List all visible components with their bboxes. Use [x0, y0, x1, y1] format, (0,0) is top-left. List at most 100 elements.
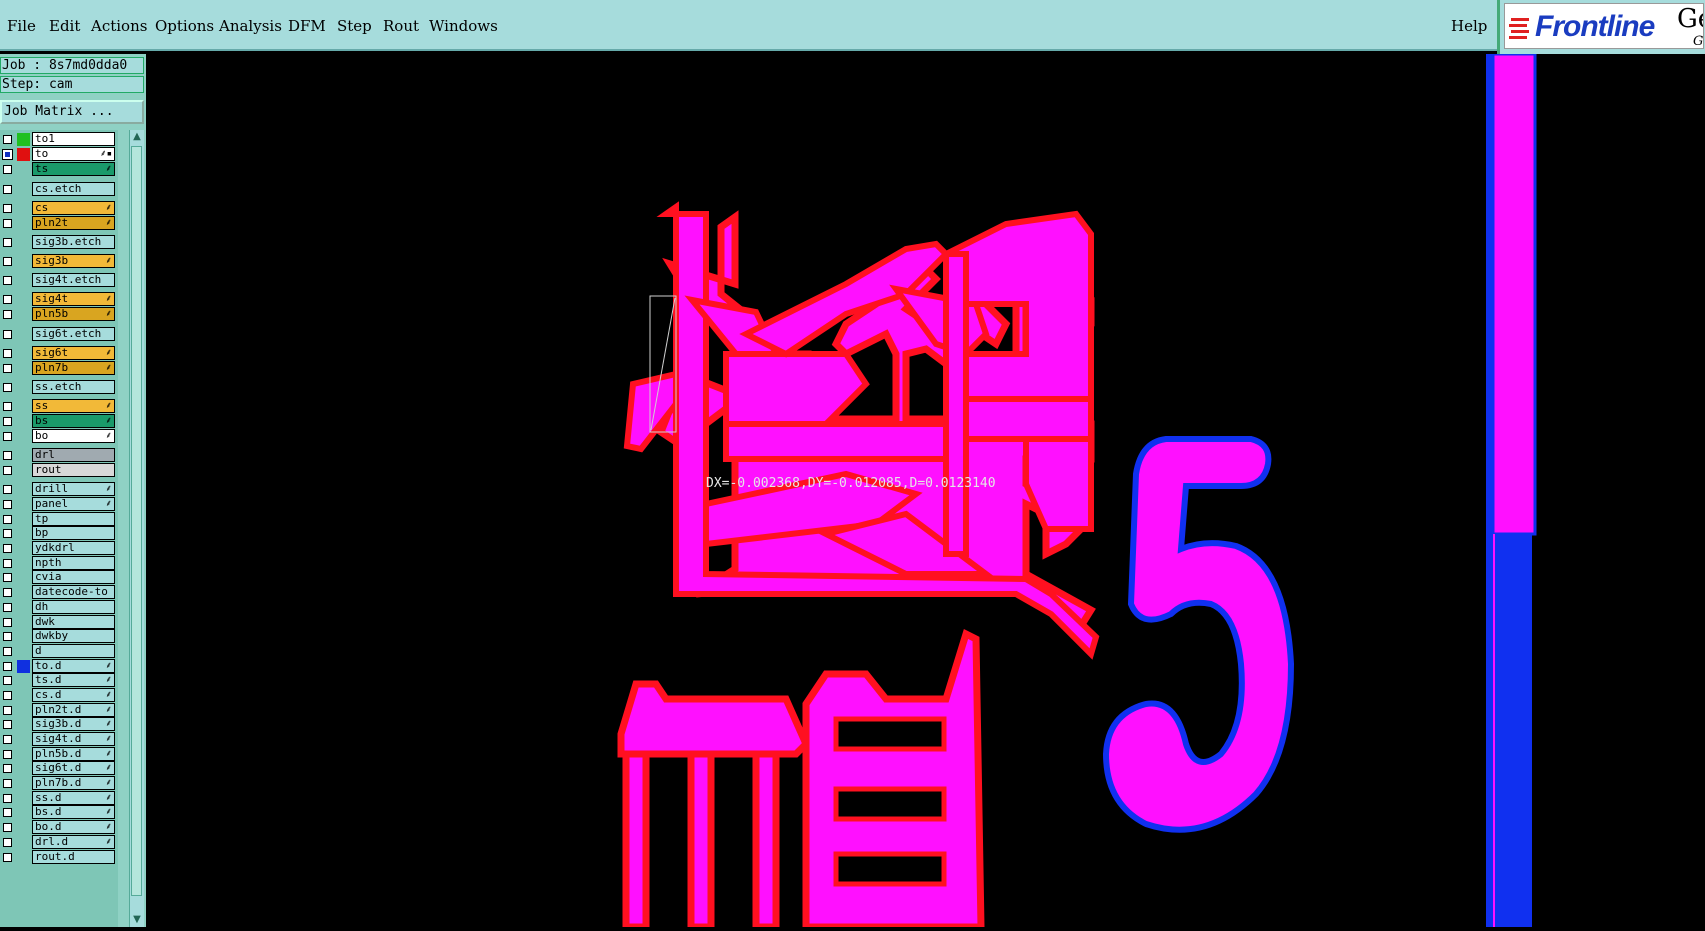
layer-row[interactable]: sig6t.etch: [0, 327, 118, 342]
layer-row[interactable]: rout.d: [0, 850, 118, 865]
layer-row[interactable]: cvia: [0, 570, 118, 585]
menu-windows[interactable]: Windows: [429, 17, 498, 35]
layer-label[interactable]: to.d ⸙: [32, 659, 115, 673]
layer-row[interactable]: ts.d ⸙: [0, 673, 118, 688]
layer-label[interactable]: sig6t.etch: [32, 327, 115, 341]
layer-row[interactable]: datecode-to: [0, 585, 118, 600]
layer-checkbox[interactable]: [3, 662, 12, 671]
layer-checkbox[interactable]: [3, 185, 12, 194]
layer-row[interactable]: panel ⸙: [0, 497, 118, 512]
layer-row[interactable]: drill ⸙: [0, 482, 118, 497]
layer-row[interactable]: pln5b.d ⸙: [0, 747, 118, 762]
layer-row[interactable]: dwk: [0, 615, 118, 630]
layer-row[interactable]: pln7b.d ⸙: [0, 776, 118, 791]
layer-checkbox[interactable]: [3, 838, 12, 847]
layer-row[interactable]: cs.d ⸙: [0, 688, 118, 703]
layer-label[interactable]: sig6t.d ⸙: [32, 761, 115, 775]
layer-checkbox[interactable]: [3, 764, 12, 773]
layer-label[interactable]: cvia: [32, 570, 115, 584]
layer-checkbox[interactable]: [3, 451, 12, 460]
layer-checkbox[interactable]: [3, 383, 12, 392]
layer-label[interactable]: bs ⸙: [32, 414, 115, 428]
layer-label[interactable]: pln7b ⸙: [32, 361, 115, 375]
layer-row[interactable]: ts ⸙: [0, 162, 118, 177]
layer-row[interactable]: to ⸙▪: [0, 147, 118, 162]
layer-row[interactable]: d: [0, 644, 118, 659]
layer-checkbox[interactable]: [3, 588, 12, 597]
layer-label[interactable]: sig6t ⸙: [32, 346, 115, 360]
layer-label[interactable]: ss.etch: [32, 380, 115, 394]
menu-step[interactable]: Step: [337, 17, 372, 35]
layer-row[interactable]: pln2t.d ⸙: [0, 703, 118, 718]
layer-row[interactable]: ss.etch: [0, 380, 118, 395]
layer-label[interactable]: dwk: [32, 615, 115, 629]
layer-label[interactable]: drill ⸙: [32, 482, 115, 496]
layer-checkbox[interactable]: [3, 466, 12, 475]
layer-row[interactable]: dwkby: [0, 629, 118, 644]
layer-label[interactable]: bo ⸙: [32, 429, 115, 443]
layer-label[interactable]: ts.d ⸙: [32, 673, 115, 687]
layer-checkbox[interactable]: [3, 632, 12, 641]
layer-label[interactable]: npth: [32, 556, 115, 570]
layer-row[interactable]: sig3b.etch: [0, 235, 118, 250]
layer-row[interactable]: drl: [0, 448, 118, 463]
layer-label[interactable]: sig3b.etch: [32, 235, 115, 249]
layer-label[interactable]: panel ⸙: [32, 497, 115, 511]
layer-checkbox[interactable]: [3, 310, 12, 319]
scroll-thumb[interactable]: [131, 146, 142, 896]
layer-label[interactable]: pln2t.d ⸙: [32, 703, 115, 717]
layer-checkbox[interactable]: [3, 219, 12, 228]
layer-row[interactable]: to.d ⸙: [0, 659, 118, 674]
layer-checkbox[interactable]: [3, 779, 12, 788]
layer-checkbox[interactable]: [3, 330, 12, 339]
layer-checkbox[interactable]: [3, 364, 12, 373]
layer-label[interactable]: sig4t ⸙: [32, 292, 115, 306]
layer-checkbox[interactable]: [3, 257, 12, 266]
layer-label[interactable]: pln5b.d ⸙: [32, 747, 115, 761]
layer-checkbox[interactable]: [3, 204, 12, 213]
layer-row[interactable]: sig3b ⸙: [0, 254, 118, 269]
layer-checkbox[interactable]: [3, 402, 12, 411]
layer-row[interactable]: pln2t ⸙: [0, 216, 118, 231]
layer-color-swatch[interactable]: [17, 148, 30, 161]
layer-color-swatch[interactable]: [17, 660, 30, 673]
layer-label[interactable]: bo.d ⸙: [32, 820, 115, 834]
layer-row[interactable]: npth: [0, 556, 118, 571]
layer-row[interactable]: sig6t.d ⸙: [0, 761, 118, 776]
layer-row[interactable]: sig4t.d ⸙: [0, 732, 118, 747]
layer-row[interactable]: rout: [0, 463, 118, 478]
layer-checkbox[interactable]: [3, 794, 12, 803]
layer-checkbox[interactable]: [3, 676, 12, 685]
layer-label[interactable]: cs ⸙: [32, 201, 115, 215]
menu-help[interactable]: Help: [1451, 17, 1487, 35]
layer-label[interactable]: datecode-to: [32, 585, 115, 599]
layer-label[interactable]: rout: [32, 463, 115, 477]
layer-label[interactable]: ydkdrl: [32, 541, 115, 555]
layer-label[interactable]: ss ⸙: [32, 399, 115, 413]
layer-row[interactable]: ydkdrl: [0, 541, 118, 556]
layer-label[interactable]: drl.d ⸙: [32, 835, 115, 849]
layer-row[interactable]: bs ⸙: [0, 414, 118, 429]
menu-dfm[interactable]: DFM: [288, 17, 326, 35]
layer-label[interactable]: sig3b.d ⸙: [32, 717, 115, 731]
layer-checkbox[interactable]: [3, 544, 12, 553]
layer-checkbox[interactable]: [3, 735, 12, 744]
layer-checkbox[interactable]: [3, 500, 12, 509]
layer-checkbox[interactable]: [3, 529, 12, 538]
layer-checkbox[interactable]: [3, 238, 12, 247]
layer-row[interactable]: pln5b ⸙: [0, 307, 118, 322]
layer-label[interactable]: cs.d ⸙: [32, 688, 115, 702]
menu-analysis[interactable]: Analysis: [219, 17, 282, 35]
layer-row[interactable]: cs.etch: [0, 182, 118, 197]
layer-label[interactable]: cs.etch: [32, 182, 115, 196]
layer-checkbox[interactable]: [3, 135, 12, 144]
layer-checkbox[interactable]: [3, 559, 12, 568]
layer-label[interactable]: dh: [32, 600, 115, 614]
layer-row[interactable]: drl.d ⸙: [0, 835, 118, 850]
layer-label[interactable]: ss.d ⸙: [32, 791, 115, 805]
scroll-down-icon[interactable]: ▼: [130, 913, 144, 927]
layer-checkbox[interactable]: [3, 706, 12, 715]
layer-scrollbar[interactable]: ▲ ▼: [129, 130, 144, 927]
layer-label[interactable]: drl: [32, 448, 115, 462]
layer-checkbox[interactable]: [3, 750, 12, 759]
